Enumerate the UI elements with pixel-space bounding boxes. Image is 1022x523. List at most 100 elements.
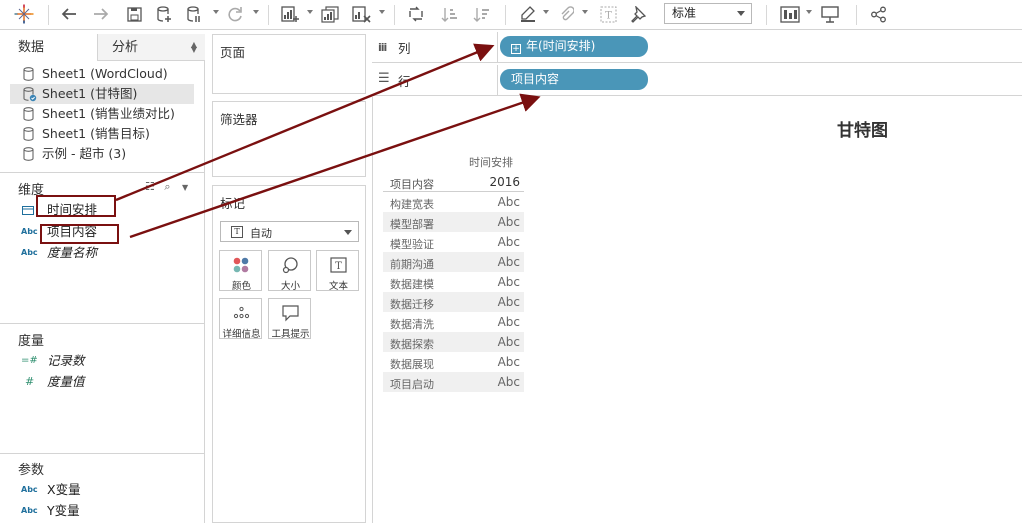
rows-pill[interactable]: 项目内容: [500, 69, 648, 90]
parameter-field[interactable]: Abc X变量: [0, 480, 205, 500]
table-row[interactable]: 项目启动 Abc: [383, 372, 524, 392]
table-row[interactable]: 数据建模 Abc: [383, 272, 524, 292]
sort-ascending-icon[interactable]: [438, 2, 462, 26]
column-field-header[interactable]: 时间安排: [469, 154, 513, 170]
swap-rows-columns-icon[interactable]: [404, 2, 428, 26]
rows-shelf[interactable]: ☰ 行 项目内容: [372, 65, 1022, 96]
rows-label: 行: [398, 74, 411, 89]
string-type-icon: Abc: [21, 248, 38, 257]
field-label: 度量名称: [47, 245, 98, 260]
dimension-field[interactable]: Abc 度量名称: [0, 243, 205, 263]
table-row[interactable]: 前期沟通 Abc: [383, 252, 524, 272]
measure-field[interactable]: # 度量值: [0, 372, 205, 392]
tableau-logo-icon[interactable]: [12, 2, 36, 26]
number-type-icon: =#: [21, 355, 38, 366]
datasource-item[interactable]: Sheet1 (销售目标): [10, 124, 194, 144]
redo-icon[interactable]: [90, 2, 112, 26]
view-options-icon[interactable]: ☷: [145, 180, 155, 193]
annotation-highlight-box: [36, 195, 116, 217]
table-row[interactable]: 数据迁移 Abc: [383, 292, 524, 312]
table-row[interactable]: 模型部署 Abc: [383, 212, 524, 232]
row-field-header[interactable]: 项目内容: [390, 176, 434, 192]
pages-card[interactable]: 页面: [212, 34, 366, 94]
filters-title: 筛选器: [220, 112, 258, 127]
group-members-icon[interactable]: [554, 2, 578, 26]
chevron-down-icon[interactable]: ▼: [182, 183, 188, 192]
datasource-item[interactable]: Sheet1 (销售业绩对比): [10, 104, 194, 124]
table-row[interactable]: 数据探索 Abc: [383, 332, 524, 352]
search-icon[interactable]: ⌕: [164, 180, 170, 193]
show-mark-labels-icon[interactable]: T: [596, 2, 620, 26]
color-button[interactable]: 颜色: [219, 250, 262, 292]
string-type-icon: Abc: [21, 227, 38, 236]
clear-sheet-dropdown-icon[interactable]: [379, 10, 385, 14]
refresh-dropdown-icon[interactable]: [253, 10, 259, 14]
mark-type-select[interactable]: T 自动: [220, 221, 359, 242]
cell-value: Abc: [497, 375, 520, 389]
table-row[interactable]: 数据清洗 Abc: [383, 312, 524, 332]
database-icon: [23, 127, 34, 141]
measures-title: 度量: [18, 334, 45, 349]
text-button[interactable]: T 文本: [316, 250, 359, 292]
parameters-title: 参数: [18, 463, 45, 478]
toolbar: T 标准: [0, 0, 1022, 30]
database-icon: [23, 67, 34, 81]
datasource-item-selected[interactable]: Sheet1 (甘特图): [10, 84, 194, 104]
detail-button[interactable]: 详细信息: [219, 298, 262, 340]
new-worksheet-dropdown-icon[interactable]: [307, 10, 313, 14]
columns-pill-label: 年(时间安排): [526, 39, 596, 53]
tab-analysis[interactable]: 分析 ▲ ▼: [98, 34, 205, 61]
refresh-icon[interactable]: [224, 2, 246, 26]
presentation-mode-icon[interactable]: [818, 2, 842, 26]
color-label: 颜色: [231, 281, 251, 292]
parameter-field[interactable]: Abc Y变量: [0, 501, 205, 521]
calendar-icon: [22, 206, 34, 215]
rows-shelf-label: ☰ 行: [372, 65, 498, 95]
chevron-down-icon: [344, 230, 352, 235]
tab-data[interactable]: 数据: [0, 34, 98, 61]
table-row[interactable]: 模型验证 Abc: [383, 232, 524, 252]
show-cards-dropdown-icon[interactable]: [806, 10, 812, 14]
share-icon[interactable]: [866, 2, 890, 26]
new-datasource-icon[interactable]: [153, 2, 175, 26]
fit-select[interactable]: 标准: [664, 3, 752, 24]
highlight-icon[interactable]: [516, 2, 540, 26]
marks-card: 标记 T 自动 颜色 大小 T 文本 详细信息 工具提示: [212, 185, 366, 523]
sort-arrows-icon[interactable]: ▲ ▼: [191, 41, 197, 54]
marks-title: 标记: [220, 196, 246, 211]
svg-text:T: T: [335, 261, 342, 272]
undo-icon[interactable]: [58, 2, 80, 26]
datasource-item[interactable]: 示例 - 超市 (3): [10, 144, 194, 164]
columns-shelf[interactable]: iii 列 + 年(时间安排): [372, 32, 1022, 63]
text-label: 文本: [328, 281, 348, 292]
data-pane: 数据 分析 ▲ ▼ Sheet1 (WordCloud) Sheet1 (甘特图)…: [0, 34, 205, 523]
color-dots-icon: [233, 257, 249, 273]
new-worksheet-icon[interactable]: [278, 2, 302, 26]
sort-descending-icon[interactable]: [470, 2, 494, 26]
rows-icon: ☰: [378, 71, 390, 86]
year-header[interactable]: 2016: [489, 175, 520, 189]
measure-field[interactable]: =# 记录数: [0, 351, 205, 371]
pause-updates-dropdown-icon[interactable]: [213, 10, 219, 14]
filters-card[interactable]: 筛选器: [212, 101, 366, 177]
size-button[interactable]: 大小: [268, 250, 311, 292]
columns-pill[interactable]: + 年(时间安排): [500, 36, 648, 57]
string-type-icon: Abc: [21, 485, 38, 494]
duplicate-sheet-icon[interactable]: [318, 2, 342, 26]
expand-plus-icon[interactable]: +: [511, 44, 521, 54]
show-cards-icon[interactable]: [777, 2, 803, 26]
pause-updates-icon[interactable]: [183, 2, 205, 26]
tooltip-button[interactable]: 工具提示: [268, 298, 311, 340]
datasource-item[interactable]: Sheet1 (WordCloud): [10, 64, 194, 84]
cell-value: Abc: [497, 355, 520, 369]
table-row[interactable]: 构建宽表 Abc: [383, 192, 524, 212]
highlight-dropdown-icon[interactable]: [543, 10, 549, 14]
table-row[interactable]: 数据展现 Abc: [383, 352, 524, 372]
group-dropdown-icon[interactable]: [582, 10, 588, 14]
string-type-icon: Abc: [21, 506, 38, 515]
datasource-label: Sheet1 (甘特图): [42, 86, 138, 101]
fix-axes-pin-icon[interactable]: [626, 2, 650, 26]
save-icon[interactable]: [123, 2, 145, 26]
datasource-list: Sheet1 (WordCloud) Sheet1 (甘特图) Sheet1 (…: [10, 64, 194, 164]
clear-sheet-icon[interactable]: [349, 2, 373, 26]
